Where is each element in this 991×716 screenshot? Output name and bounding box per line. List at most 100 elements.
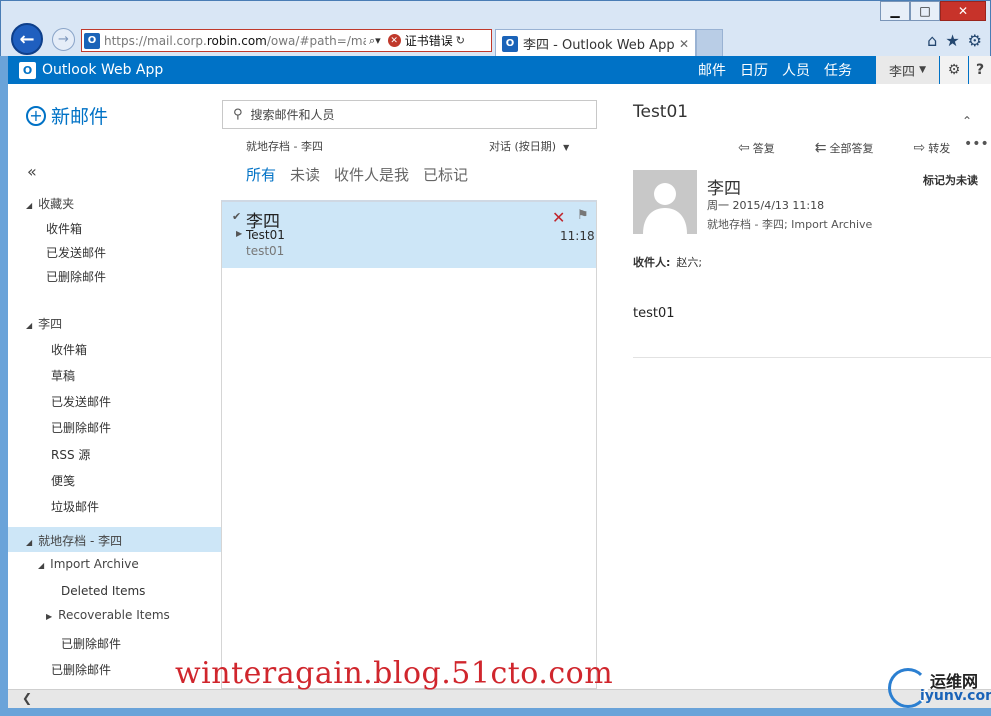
new-tab-button[interactable] [696, 29, 723, 57]
folder-deleted[interactable]: 已删除邮件 [51, 419, 111, 436]
triangle-down-icon: ◢ [26, 538, 33, 547]
url-text[interactable]: https://mail.corp.robin.com/owa/#path=/m… [104, 34, 366, 48]
horizontal-scrollbar[interactable]: ❮ [8, 689, 991, 708]
owa-main: + 新邮件 « ◢ 收藏夹 收件箱 已发送邮件 已删除邮件 ◢ 李四 收件箱 草稿 … [8, 84, 991, 689]
close-window-button[interactable]: ✕ [940, 1, 986, 21]
folder-notes[interactable]: 便笺 [51, 472, 75, 489]
nav-people[interactable]: 人员 [782, 60, 810, 80]
nav-tasks[interactable]: 任务 [824, 60, 852, 80]
triangle-down-icon: ◢ [26, 201, 33, 210]
reading-subject: Test01 [633, 102, 689, 122]
browser-tab[interactable]: O 李四 - Outlook Web App ✕ [495, 29, 696, 57]
more-options-icon[interactable]: ••• [964, 136, 989, 152]
folder-rss[interactable]: RSS 源 [51, 446, 90, 463]
owa-settings-icon[interactable]: ⚙ [940, 56, 968, 84]
reading-date: 周一 2015/4/13 11:18 [707, 199, 825, 212]
nav-mail[interactable]: 邮件 [698, 60, 726, 80]
owa-nav: 邮件 日历 人员 任务 [698, 56, 866, 84]
maximize-button[interactable]: □ [910, 1, 940, 21]
search-icon: ⚲ [233, 107, 243, 122]
filter-flagged[interactable]: 已标记 [423, 164, 468, 185]
address-bar[interactable]: O https://mail.corp.robin.com/owa/#path=… [81, 29, 492, 52]
archive-cn-deleted[interactable]: 已删除邮件 [61, 635, 121, 652]
user-menu[interactable]: 李四 ▼ [876, 56, 939, 84]
sort-dropdown[interactable]: 对话 (按日期) ▼ [489, 138, 569, 154]
list-filters: 所有 未读 收件人是我 已标记 [246, 164, 482, 185]
folder-inbox[interactable]: 收件箱 [51, 341, 87, 358]
flag-icon[interactable]: ⚑ [577, 208, 589, 223]
search-dropdown-icon[interactable]: ⌕▾ [369, 34, 381, 48]
import-archive-folder[interactable]: ◢ Import Archive [38, 557, 139, 571]
forward-button[interactable]: → [52, 28, 75, 51]
list-folder-label: 就地存档 - 李四 [246, 140, 323, 153]
reply-all-button[interactable]: ⇇ 全部答复 [815, 140, 894, 156]
collapse-pane-icon[interactable]: « [27, 162, 37, 181]
chevron-down-icon: ▼ [919, 65, 927, 75]
outlook-favicon-icon: O [84, 32, 100, 49]
reply-button[interactable]: ⇦ 答复 [738, 140, 795, 156]
minimize-button[interactable]: ▁ [880, 1, 910, 21]
search-placeholder: 搜索邮件和人员 [250, 108, 335, 122]
home-icon[interactable]: ⌂ [927, 31, 937, 50]
reading-actions: ⇦ 答复 ⇇ 全部答复 ⇨ 转发 [738, 140, 990, 156]
archive-deleted-items[interactable]: Deleted Items [61, 584, 145, 598]
recipient-name[interactable]: 赵六; [676, 256, 702, 269]
folder-pane: + 新邮件 « ◢ 收藏夹 收件箱 已发送邮件 已删除邮件 ◢ 李四 收件箱 草稿 … [8, 84, 221, 689]
favorites-sent[interactable]: 已发送邮件 [46, 244, 106, 261]
message-subject: Test01 [246, 228, 285, 242]
list-item[interactable]: ✔ 李四 ✕ ⚑ ▶ Test01 11:18 test01 [222, 202, 596, 268]
forward-button[interactable]: ⇨ 转发 [913, 140, 970, 156]
settings-gear-icon[interactable]: ⚙ [968, 31, 982, 50]
forward-arrow-icon: ⇨ [913, 140, 926, 156]
favorites-deleted[interactable]: 已删除邮件 [46, 268, 106, 285]
owa-logo: O Outlook Web App [19, 61, 164, 79]
site-logo: 运维网 iyunv.com [886, 664, 991, 710]
app-name: Outlook Web App [42, 62, 164, 78]
refresh-icon[interactable]: ↻ [456, 34, 465, 47]
delete-icon[interactable]: ✕ [552, 208, 565, 227]
arrow-left-icon: ← [19, 28, 35, 50]
nav-calendar[interactable]: 日历 [740, 60, 768, 80]
collapse-up-icon[interactable]: ⌃ [962, 114, 972, 128]
message-list: ✔ 李四 ✕ ⚑ ▶ Test01 11:18 test01 [221, 200, 597, 689]
site-logo-en: iyunv.com [920, 688, 991, 704]
body-divider [633, 357, 991, 358]
back-button[interactable]: ← [11, 23, 43, 55]
archive-bottom-deleted[interactable]: 已删除邮件 [51, 661, 111, 678]
blog-watermark: winteragain.blog.51cto.com [175, 656, 614, 691]
scroll-left-icon[interactable]: ❮ [22, 691, 32, 705]
new-mail-button[interactable]: + 新邮件 [26, 102, 108, 129]
archive-header[interactable]: ◢ 就地存档 - 李四 [26, 532, 122, 549]
filter-all[interactable]: 所有 [246, 164, 276, 185]
cert-error-label[interactable]: 证书错误 [405, 32, 453, 49]
filter-unread[interactable]: 未读 [290, 164, 320, 185]
filter-to-me[interactable]: 收件人是我 [334, 164, 409, 185]
expand-triangle-icon[interactable]: ▶ [236, 229, 242, 238]
search-input[interactable]: ⚲ 搜索邮件和人员 [222, 100, 597, 129]
browser-toolbar-icons: ⌂ ★ ⚙ [927, 31, 982, 50]
favorites-star-icon[interactable]: ★ [945, 31, 959, 50]
tab-close-icon[interactable]: ✕ [679, 37, 689, 51]
checkmark-icon[interactable]: ✔ [232, 210, 241, 223]
reading-sender[interactable]: 李四 [707, 174, 741, 199]
folder-junk[interactable]: 垃圾邮件 [51, 498, 99, 515]
window-controls: ▁ □ ✕ [880, 1, 986, 21]
mailbox-header[interactable]: ◢ 李四 [26, 315, 62, 332]
favorites-inbox[interactable]: 收件箱 [46, 220, 82, 237]
message-body: test01 [633, 306, 675, 321]
folder-drafts[interactable]: 草稿 [51, 367, 75, 384]
person-silhouette-icon [643, 183, 687, 234]
folder-sent[interactable]: 已发送邮件 [51, 393, 111, 410]
archive-recoverable-items[interactable]: ▶ Recoverable Items [46, 608, 170, 622]
message-time: 11:18 [560, 229, 595, 243]
tab-title: 李四 - Outlook Web App [523, 38, 675, 53]
reading-pane: Test01 ⌃ ⇦ 答复 ⇇ 全部答复 ⇨ 转发 ••• 李四 周一 2015/4/… [613, 84, 991, 689]
reply-all-arrow-icon: ⇇ [814, 140, 827, 156]
help-icon[interactable]: ? [969, 56, 991, 84]
avatar [633, 170, 697, 234]
chevron-down-icon: ▼ [563, 143, 570, 152]
mark-unread-button[interactable]: 标记为未读 [923, 172, 978, 188]
to-label: 收件人: [633, 256, 671, 269]
favorites-header[interactable]: ◢ 收藏夹 [26, 195, 74, 212]
triangle-down-icon: ◢ [38, 561, 45, 570]
